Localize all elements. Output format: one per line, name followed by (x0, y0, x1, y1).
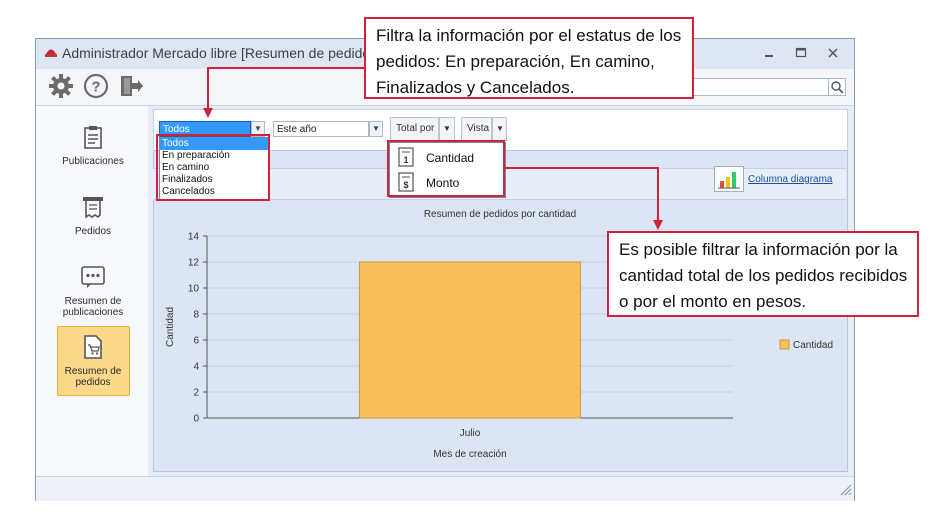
total-callout: Es posible filtrar la información por la… (607, 231, 919, 317)
status-callout: Filtra la información por el estatus de … (364, 17, 694, 99)
